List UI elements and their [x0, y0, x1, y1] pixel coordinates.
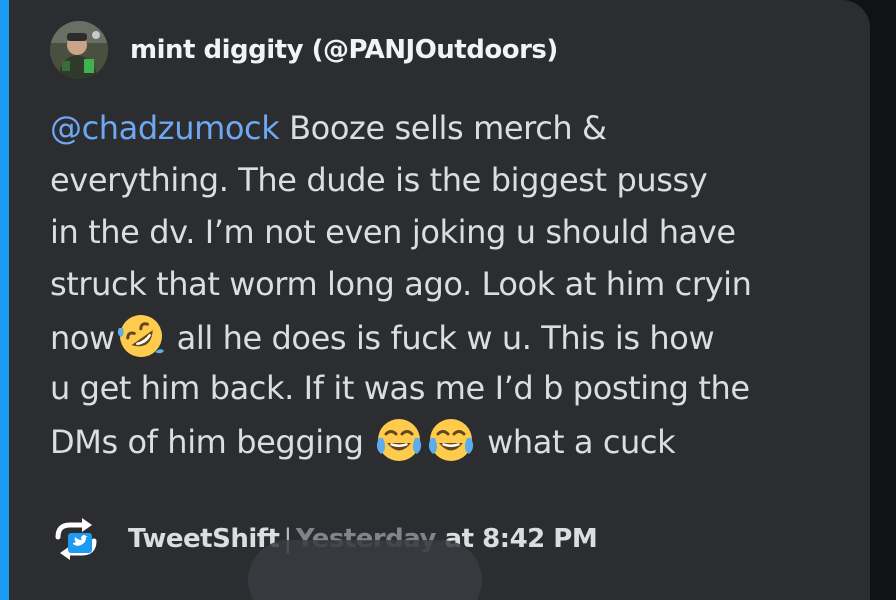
author-name[interactable]: mint diggity (@PANJOutdoors) — [130, 35, 558, 65]
description-text: now — [50, 319, 115, 357]
description-line: in the dv. I’m not even joking u should … — [50, 213, 736, 251]
description-line: struck that worm long ago. Look at him c… — [50, 265, 752, 303]
description-text: Booze sells merch & — [279, 109, 607, 147]
description-line: everything. The dude is the biggest puss… — [50, 161, 708, 199]
author-avatar[interactable] — [50, 21, 108, 79]
footer-source: TweetShift — [128, 524, 280, 554]
rolling-on-floor-laughing-emoji — [117, 315, 164, 357]
face-with-tears-of-joy-emoji — [377, 419, 422, 461]
embed-author: mint diggity (@PANJOutdoors) — [50, 20, 558, 80]
tweetshift-icon — [55, 518, 97, 560]
description-text: what a cuck — [477, 423, 676, 461]
jump-to-present-pill[interactable] — [248, 540, 482, 600]
description-line: u get him back. If it was me I’d b posti… — [50, 369, 750, 407]
user-mention[interactable]: @chadzumock — [50, 109, 280, 147]
description-line: @chadzumock Booze sells merch & — [50, 102, 840, 154]
tweet-embed: mint diggity (@PANJOutdoors) @chadzumock… — [0, 0, 870, 600]
description-text: DMs of him begging — [50, 423, 374, 461]
embed-description: @chadzumock Booze sells merch & everythi… — [50, 102, 840, 466]
description-line: now all he does is fuck w u. This is how — [50, 310, 840, 362]
embed-accent-bar — [0, 0, 9, 600]
description-text: all he does is fuck w u. This is how — [166, 319, 715, 357]
face-with-tears-of-joy-emoji — [429, 419, 474, 461]
description-line: DMs of him begging what a cuck — [50, 414, 840, 466]
